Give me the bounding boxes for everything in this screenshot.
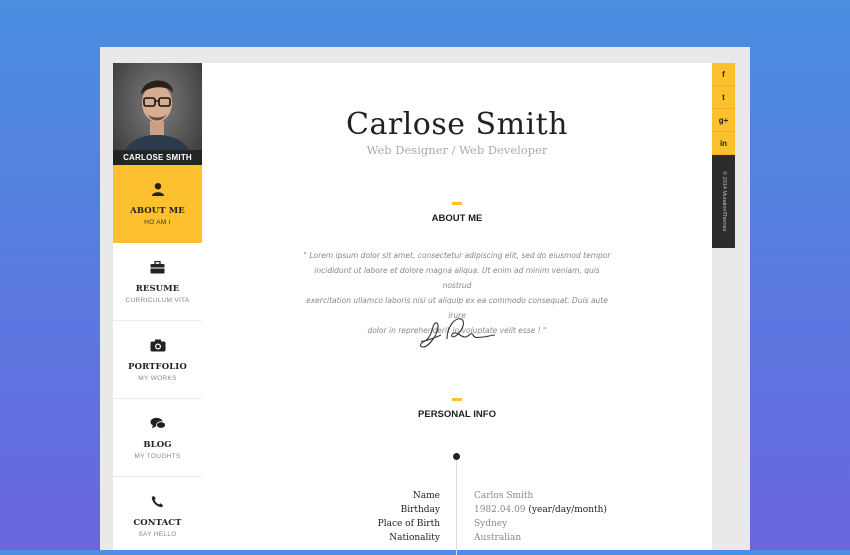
info-value: 1982.04.09 (year/day/month)	[474, 505, 607, 515]
info-key: Birthday	[400, 505, 440, 515]
nav-sublabel: CURRICULUM VITA	[125, 297, 190, 304]
nav-label: ABOUT ME	[130, 206, 185, 216]
copyright-text: © 2014 MutationThemes.	[720, 170, 727, 233]
sidebar: CARLOSE SMITH ABOUT ME HO AM I RESUME CU…	[113, 63, 202, 550]
linkedin-icon: in	[719, 138, 728, 148]
profile-photo: CARLOSE SMITH	[113, 63, 202, 165]
nav-sublabel: HO AM I	[144, 219, 171, 226]
info-row-name: Name Carlos Smith	[202, 491, 712, 505]
facebook-icon: f	[722, 69, 725, 79]
profile-name-bar: CARLOSE SMITH	[113, 150, 202, 165]
info-value-main: Sydney	[474, 519, 508, 529]
info-row-place-of-birth: Place of Birth Sydney	[202, 519, 712, 533]
linkedin-button[interactable]: in	[712, 132, 735, 155]
quote-line: " Lorem ipsum dolor sit amet, consectetu…	[303, 251, 611, 260]
nav-item-resume[interactable]: RESUME CURRICULUM VITA	[113, 243, 202, 321]
social-bar: f t g+ in © 2014 MutationThemes.	[712, 63, 735, 248]
info-key: Name	[412, 491, 440, 501]
phone-icon	[113, 477, 202, 515]
info-row-birthday: Birthday 1982.04.09 (year/day/month)	[202, 505, 712, 519]
nav-item-contact[interactable]: CONTACT SAY HELLO	[113, 477, 202, 550]
nav-label: CONTACT	[133, 518, 182, 528]
page-subtitle: Web Designer / Web Developer	[366, 143, 548, 157]
nav-item-about-me[interactable]: ABOUT ME HO AM I	[113, 165, 202, 243]
nav-sublabel: MY TOUGHTS	[134, 453, 181, 460]
resume-frame: CARLOSE SMITH ABOUT ME HO AM I RESUME CU…	[100, 47, 750, 555]
facebook-button[interactable]: f	[712, 63, 735, 86]
page-title: Carlose Smith	[346, 107, 568, 142]
info-value: Australian	[474, 533, 521, 543]
camera-icon	[113, 321, 202, 359]
info-value: Carlos Smith	[474, 491, 533, 501]
info-key: Place of Birth	[377, 519, 440, 529]
info-row-nationality: Nationality Australian	[202, 533, 712, 547]
section-divider	[452, 398, 462, 401]
chat-icon	[113, 399, 202, 437]
nav-label: BLOG	[143, 440, 172, 450]
about-me-heading: ABOUT ME	[431, 213, 483, 224]
nav-item-portfolio[interactable]: PORTFOLIO MY WORKS	[113, 321, 202, 399]
google-plus-button[interactable]: g+	[712, 109, 735, 132]
nav-sublabel: SAY HELLO	[138, 531, 177, 538]
copyright-strip: © 2014 MutationThemes.	[712, 155, 735, 248]
twitter-button[interactable]: t	[712, 86, 735, 109]
info-value-main: 1982.04.09	[474, 505, 526, 515]
nav-item-blog[interactable]: BLOG MY TOUGHTS	[113, 399, 202, 477]
info-value: Sydney	[474, 519, 507, 529]
personal-info-heading: PERSONAL INFO	[418, 409, 496, 420]
main-content: Carlose Smith Web Designer / Web Develop…	[202, 63, 712, 555]
info-value-extra: (year/day/month)	[525, 505, 607, 515]
twitter-icon: t	[722, 92, 725, 102]
quote-line: incididunt ut labore et dolore magna ali…	[314, 266, 600, 290]
info-value-main: Carlos Smith	[474, 491, 534, 501]
section-divider	[452, 202, 462, 205]
google-plus-icon: g+	[718, 115, 729, 125]
briefcase-icon	[113, 243, 202, 281]
nav-label: RESUME	[135, 284, 180, 294]
info-key: Nationality	[389, 533, 440, 543]
nav-sublabel: MY WORKS	[138, 375, 177, 382]
info-value-main: Australian	[474, 533, 522, 543]
signature-image	[420, 318, 496, 348]
nav-label: PORTFOLIO	[128, 362, 187, 372]
timeline-dot	[453, 453, 460, 460]
user-icon	[113, 165, 202, 203]
